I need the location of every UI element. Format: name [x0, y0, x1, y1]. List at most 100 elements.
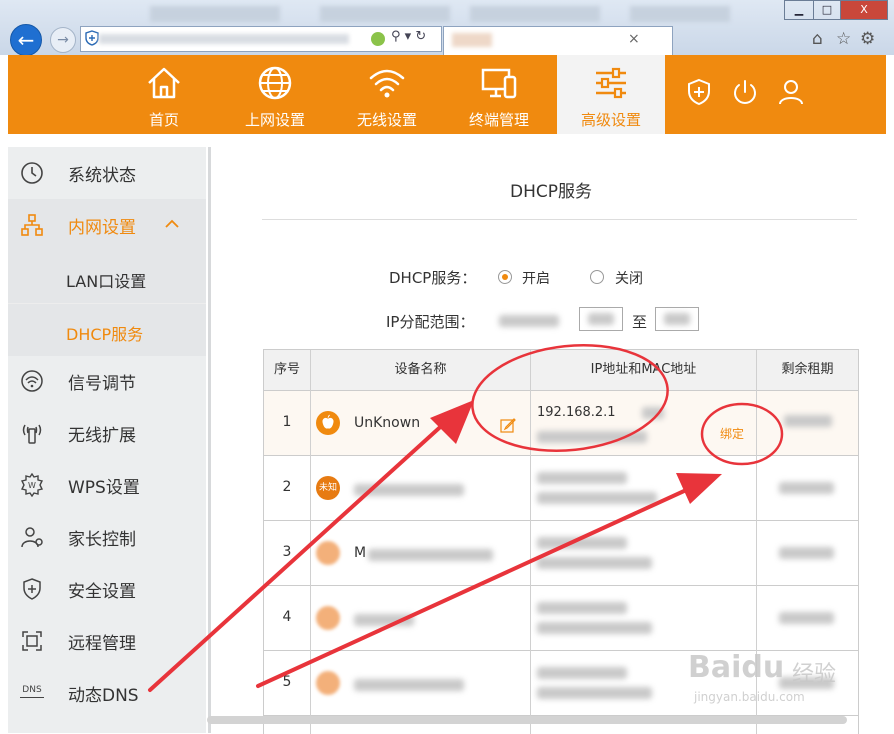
ip-range-start-input[interactable]	[579, 307, 623, 331]
dhcp-off-label: 关闭	[615, 271, 643, 287]
column-header-lease: 剩余租期	[757, 350, 858, 391]
top-navigation: 首页 上网设置 无线设置 终端管理 高级设置	[8, 55, 886, 134]
search-icon[interactable]: ⚲	[391, 29, 401, 44]
nav-wireless[interactable]: 无线设置	[333, 55, 441, 134]
minimize-button[interactable]: ▁	[784, 0, 814, 20]
row-index: 5	[282, 674, 292, 690]
nav-terminal[interactable]: 终端管理	[445, 55, 553, 134]
table-row[interactable]: 2 未知	[264, 456, 858, 521]
sidebar-item-label: 远程管理	[68, 634, 136, 654]
column-divider	[530, 350, 531, 734]
horizontal-scrollbar[interactable]	[207, 716, 847, 724]
sidebar-item-label: 安全设置	[68, 582, 136, 602]
sidebar-item-security[interactable]: 安全设置	[8, 563, 206, 615]
sidebar-subitem-dhcp[interactable]: DHCP服务	[8, 303, 206, 356]
sidebar-item-parental[interactable]: 家长控制	[8, 511, 206, 563]
refresh-icon[interactable]: ↻	[415, 29, 426, 44]
nav-label: 终端管理	[468, 111, 529, 129]
clock-icon	[21, 162, 43, 184]
favorites-star-icon[interactable]: ☆	[836, 29, 851, 49]
watermark-cn: 经验	[792, 662, 837, 687]
dhcp-service-label: DHCP服务：	[389, 269, 477, 287]
background-tab[interactable]	[150, 6, 280, 22]
nav-label: 首页	[148, 111, 179, 129]
background-tab[interactable]	[320, 6, 450, 22]
sliders-icon	[596, 67, 626, 99]
table-row[interactable]: 1 UnKnown 192.168.2.1 绑定	[264, 391, 858, 456]
nav-home[interactable]: 首页	[110, 55, 218, 134]
sidebar: 系统状态 内网设置 LAN口设置 DHCP服务 信号调节 无线扩展 W WPS设…	[8, 147, 214, 733]
sidebar-item-wireless-extend[interactable]: 无线扩展	[8, 407, 206, 459]
dhcp-off-radio[interactable]	[590, 270, 604, 284]
chevron-up-icon	[165, 219, 179, 228]
home-icon[interactable]: ⌂	[812, 29, 823, 49]
nav-label: 上网设置	[244, 111, 305, 129]
ip-address	[537, 602, 627, 614]
dns-icon: DNS	[20, 685, 44, 698]
address-bar-tools[interactable]: ⚲ ▾ ↻	[391, 29, 426, 44]
ip-address-masked	[642, 407, 664, 419]
ip-range-end-input[interactable]	[655, 307, 699, 331]
maximize-button[interactable]: □	[813, 0, 841, 20]
device-name	[354, 679, 464, 691]
sidebar-item-label: 动态DNS	[68, 686, 139, 706]
dhcp-on-label: 开启	[522, 271, 550, 287]
device-icon	[316, 541, 340, 565]
sidebar-item-system-status[interactable]: 系统状态	[8, 147, 206, 199]
address-bar[interactable]: ⚲ ▾ ↻	[80, 26, 442, 52]
page-title: DHCP服务	[510, 182, 592, 202]
ip-range-label: IP分配范围：	[386, 313, 475, 331]
row-index: 4	[282, 609, 292, 625]
arrow-right-icon: →	[57, 32, 69, 48]
shield-plus-icon[interactable]	[684, 77, 714, 107]
sidebar-item-remote[interactable]: 远程管理	[8, 615, 206, 667]
device-icon	[316, 606, 340, 630]
nav-internet[interactable]: 上网设置	[221, 55, 329, 134]
watermark-url: jingyan.baidu.com	[694, 690, 805, 704]
power-icon[interactable]	[730, 77, 760, 107]
sidebar-item-label: WPS设置	[68, 478, 140, 498]
sidebar-item-label: 家长控制	[68, 530, 136, 550]
active-tab[interactable]: ×	[443, 26, 673, 55]
edit-icon[interactable]	[500, 417, 516, 433]
nav-advanced[interactable]: 高级设置	[557, 55, 665, 134]
device-name	[354, 614, 414, 626]
table-row[interactable]: 4	[264, 586, 858, 651]
row-index: 1	[282, 414, 292, 430]
home-icon	[148, 67, 180, 99]
close-window-button[interactable]: X	[840, 0, 888, 20]
sidebar-item-label: LAN口设置	[66, 272, 147, 291]
row-index: 2	[282, 479, 292, 495]
nav-label: 无线设置	[356, 111, 417, 129]
svg-text:W: W	[28, 481, 36, 490]
background-tab[interactable]	[470, 6, 600, 22]
sidebar-subitem-lan-port[interactable]: LAN口设置	[8, 251, 206, 303]
device-name	[354, 484, 464, 496]
devices-icon	[481, 68, 517, 99]
sidebar-item-label: 系统状态	[68, 166, 136, 186]
sidebar-item-label: 内网设置	[68, 218, 136, 238]
shield-icon	[85, 30, 99, 46]
device-name-masked	[368, 549, 493, 561]
dropdown-icon[interactable]: ▾	[405, 29, 412, 44]
bind-button[interactable]: 绑定	[720, 425, 744, 442]
device-icon	[316, 671, 340, 695]
sidebar-item-signal[interactable]: 信号调节	[8, 355, 206, 407]
ip-address	[537, 667, 627, 679]
ip-address	[537, 537, 627, 549]
sidebar-item-lan-settings[interactable]: 内网设置	[8, 199, 206, 251]
sidebar-item-ddns[interactable]: DNS 动态DNS	[8, 667, 206, 719]
background-tab[interactable]	[630, 6, 730, 22]
table-row[interactable]: 3 M	[264, 521, 858, 586]
forward-button[interactable]: →	[50, 27, 76, 53]
tab-close-icon[interactable]: ×	[628, 31, 640, 47]
column-divider	[310, 350, 311, 734]
settings-gear-icon[interactable]: ⚙	[860, 29, 875, 49]
back-button[interactable]: ←	[10, 24, 42, 56]
dhcp-on-radio[interactable]	[498, 270, 512, 284]
ip-address	[537, 472, 627, 484]
sidebar-item-wps[interactable]: W WPS设置	[8, 459, 206, 511]
user-icon[interactable]	[776, 77, 806, 107]
antenna-icon	[22, 424, 42, 444]
lease-time	[779, 482, 834, 494]
